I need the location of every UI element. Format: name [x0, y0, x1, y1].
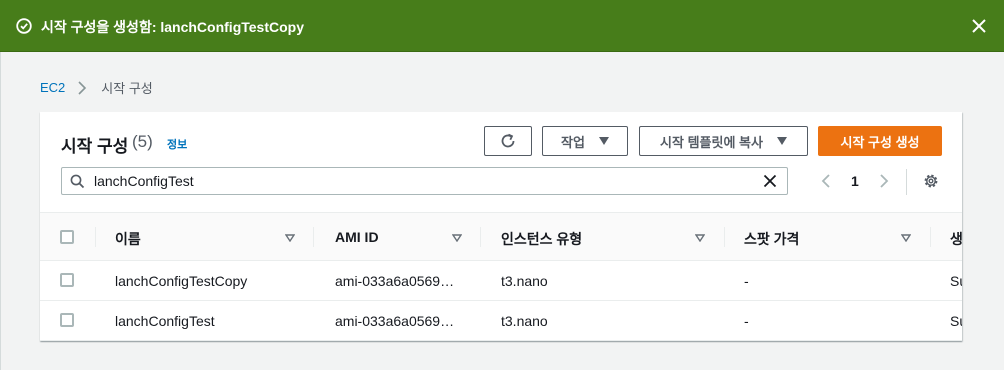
create-launch-configuration-button[interactable]: 시작 구성 생성: [818, 126, 942, 156]
previous-page-icon[interactable]: [818, 172, 834, 190]
cell-instance-type: t3.nano: [501, 273, 548, 289]
copy-to-template-label: 시작 템플릿에 복사: [660, 134, 763, 150]
sort-icon[interactable]: [901, 234, 911, 242]
cell-ami-id: ami-033a6a0569…: [335, 313, 455, 329]
select-all-checkbox[interactable]: [60, 230, 74, 244]
cell-name: lanchConfigTestCopy: [115, 273, 248, 289]
create-label: 시작 구성 생성: [840, 134, 920, 150]
cell-created: Su: [950, 273, 962, 289]
breadcrumb-ec2-link[interactable]: EC2: [40, 80, 65, 95]
column-divider: [930, 227, 931, 247]
item-count: (5): [132, 132, 153, 151]
chevron-right-icon: [78, 80, 87, 95]
current-page[interactable]: 1: [851, 173, 859, 189]
row-checkbox[interactable]: [60, 273, 74, 287]
column-header-name[interactable]: 이름: [115, 229, 141, 249]
actions-label: 작업: [561, 134, 585, 150]
breadcrumb-current: 시작 구성: [101, 81, 153, 96]
info-link[interactable]: 정보: [167, 136, 187, 152]
table-header: 이름 AMI ID 인스턴스 유형 스팟 가격 생: [40, 212, 962, 261]
close-icon[interactable]: [970, 17, 988, 35]
sort-icon[interactable]: [695, 234, 705, 242]
next-page-icon[interactable]: [876, 172, 892, 190]
launch-configurations-panel: 시작 구성 (5) 정보 작업 시작 템플릿에 복사 시작 구성 생성 1: [40, 112, 962, 341]
row-checkbox[interactable]: [60, 313, 74, 327]
refresh-button[interactable]: [484, 126, 532, 156]
caret-down-icon: [776, 137, 787, 145]
cell-name: lanchConfigTest: [115, 313, 215, 329]
cell-created: Su: [950, 313, 962, 329]
column-divider: [95, 227, 96, 247]
gear-icon[interactable]: [922, 172, 940, 190]
page-title: 시작 구성: [61, 137, 129, 156]
clear-icon[interactable]: [763, 174, 777, 188]
check-circle-icon: [16, 18, 32, 34]
column-header-ami-id[interactable]: AMI ID: [335, 229, 379, 245]
breadcrumb: EC2 시작 구성: [40, 78, 153, 97]
copy-to-launch-template-dropdown[interactable]: 시작 템플릿에 복사: [639, 126, 808, 156]
search-input[interactable]: [94, 171, 754, 191]
cell-ami-id: ami-033a6a0569…: [335, 273, 455, 289]
search-icon: [70, 174, 85, 189]
cell-instance-type: t3.nano: [501, 313, 548, 329]
column-divider: [480, 227, 481, 247]
sort-icon[interactable]: [452, 234, 462, 242]
cell-spot-price: -: [744, 273, 749, 289]
column-header-instance-type[interactable]: 인스턴스 유형: [501, 229, 582, 249]
cell-spot-price: -: [744, 313, 749, 329]
column-divider: [724, 227, 725, 247]
column-header-created[interactable]: 생: [950, 229, 962, 249]
table-row[interactable]: lanchConfigTestCopy ami-033a6a0569… t3.n…: [40, 261, 962, 301]
caret-down-icon: [598, 137, 609, 145]
divider: [906, 169, 907, 195]
success-flashbar: 시작 구성을 생성함: lanchConfigTestCopy: [0, 0, 1004, 52]
search-field[interactable]: [61, 167, 788, 195]
table-row[interactable]: lanchConfigTest ami-033a6a0569… t3.nano …: [40, 301, 962, 341]
flash-message: 시작 구성을 생성함: lanchConfigTestCopy: [41, 19, 305, 35]
actions-dropdown[interactable]: 작업: [542, 126, 628, 156]
sort-icon[interactable]: [285, 234, 295, 242]
column-header-spot-price[interactable]: 스팟 가격: [744, 229, 799, 249]
column-divider: [313, 227, 314, 247]
refresh-icon: [501, 133, 515, 148]
